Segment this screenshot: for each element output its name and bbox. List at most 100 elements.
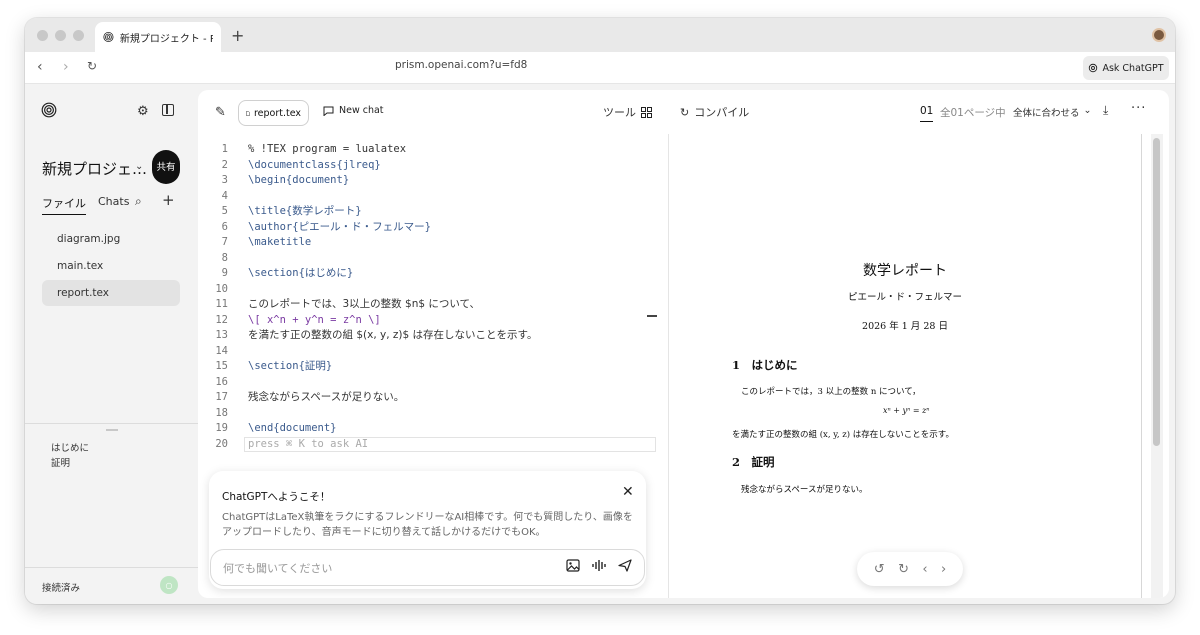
file-item-report[interactable]: report.tex: [42, 280, 180, 306]
compile-button[interactable]: ↻ コンパイル: [680, 104, 749, 120]
more-options-icon[interactable]: ···: [1131, 101, 1146, 116]
line-text: \maketitle: [248, 236, 312, 248]
prism-logo-icon[interactable]: [41, 102, 57, 118]
project-title[interactable]: 新規プロジェ…: [42, 158, 147, 179]
page-total: 全01ページ中: [940, 107, 1006, 119]
code-line: 18: [198, 406, 658, 422]
previous-page-icon[interactable]: ‹: [922, 562, 927, 577]
address-bar-row: ‹ › ↻ prism.openai.com?u=fd8 Ask ChatGPT: [25, 52, 1175, 84]
pdf-section-heading: 2 証明: [732, 455, 775, 469]
line-text: \[ x^n + y^n = z^n \]: [248, 313, 381, 326]
file-item-diagram[interactable]: diagram.jpg: [42, 226, 180, 252]
line-number: 8: [221, 251, 228, 264]
line-text: 残念ながらスペースが足りない。: [248, 391, 405, 403]
line-number: 15: [215, 360, 228, 372]
scrollbar-thumb[interactable]: [1153, 138, 1160, 446]
zoom-fit-label: 全体に合わせる: [1013, 108, 1080, 119]
close-window-button[interactable]: [37, 30, 48, 41]
browser-tab[interactable]: 新規プロジェクト - Pri: [95, 22, 221, 52]
line-number: 7: [221, 236, 228, 248]
download-icon[interactable]: ⤓: [1103, 103, 1108, 118]
line-text: % !TEX program = lualatex: [248, 143, 407, 155]
user-avatar[interactable]: ○: [160, 576, 178, 594]
send-icon[interactable]: [618, 559, 632, 572]
sidebar-toggle-icon[interactable]: [162, 104, 174, 116]
compile-label: コンパイル: [694, 106, 750, 119]
code-line: 14: [198, 344, 658, 360]
line-number: 2: [221, 158, 228, 171]
sidebar: ⚙ 新規プロジェ… ⌄ 共有 ファイル Chats ⌕ + diagram.jp…: [25, 84, 198, 604]
new-tab-button[interactable]: +: [231, 26, 244, 45]
line-number: 19: [215, 422, 228, 434]
tools-button[interactable]: ツール: [603, 104, 652, 120]
prism-logo-icon: [103, 31, 114, 43]
voice-mode-icon[interactable]: [592, 559, 606, 572]
zoom-window-button[interactable]: [73, 30, 84, 41]
line-number: 18: [215, 406, 228, 419]
line-number: 17: [215, 391, 228, 403]
search-icon[interactable]: ⌕: [135, 194, 142, 209]
line-number: 1: [221, 143, 228, 155]
tab-chats[interactable]: Chats: [98, 195, 129, 215]
redo-icon[interactable]: ↻: [898, 562, 909, 577]
code-line: 17 残念ながらスペースが足りない。: [198, 390, 658, 406]
line-text: このレポートでは、3以上の整数 $n$ について、: [248, 298, 481, 310]
pdf-author: ピエール・ド・フェルマー: [847, 292, 962, 303]
line-number: 4: [221, 189, 228, 202]
line-text: \begin{document}: [248, 174, 350, 186]
forward-icon[interactable]: ›: [63, 59, 69, 75]
outline-item-proof[interactable]: 証明: [51, 456, 89, 471]
tools-label: ツール: [603, 106, 636, 119]
preview-controls: ↺ ↻ ‹ ›: [857, 552, 963, 586]
connection-status: 接続済み: [42, 583, 81, 594]
new-chat-button[interactable]: New chat: [323, 105, 384, 116]
chat-input-actions: [566, 559, 632, 572]
line-text: \author{ピエール・ド・フェルマー}: [248, 220, 431, 233]
resize-handle[interactable]: [106, 429, 118, 431]
url-field[interactable]: prism.openai.com?u=fd8: [395, 59, 815, 77]
minimize-window-button[interactable]: [55, 30, 66, 41]
line-number: 5: [221, 205, 228, 217]
pane-splitter[interactable]: [647, 315, 657, 317]
reload-icon[interactable]: ↻: [87, 59, 97, 73]
line-number: 12: [215, 313, 228, 326]
close-icon[interactable]: ✕: [622, 484, 634, 500]
line-text: \documentclass{jlreq}: [248, 158, 381, 171]
zoom-fit-select[interactable]: 全体に合わせる ⌄: [1013, 105, 1091, 119]
code-line: 2 \documentclass{jlreq}: [198, 158, 658, 174]
profile-avatar[interactable]: [1152, 28, 1166, 42]
edit-icon[interactable]: ✎: [215, 105, 226, 120]
pdf-title: 数学レポート: [863, 263, 947, 279]
refresh-icon: ↻: [680, 105, 690, 119]
chat-bubble-icon: [323, 106, 334, 116]
undo-icon[interactable]: ↺: [874, 562, 885, 577]
file-item-main[interactable]: main.tex: [42, 253, 180, 279]
back-icon[interactable]: ‹: [37, 59, 43, 75]
chat-input[interactable]: 何でも聞いてください: [210, 549, 645, 586]
file-list: diagram.jpg main.tex report.tex: [42, 226, 180, 307]
settings-gear-icon[interactable]: ⚙: [137, 104, 149, 119]
code-editor[interactable]: 1 % !TEX program = lualatex 2 \documentcla…: [198, 134, 668, 464]
outline-item-intro[interactable]: はじめに: [51, 441, 89, 456]
line-text: \section{証明}: [248, 360, 333, 372]
next-page-icon[interactable]: ›: [941, 562, 946, 577]
document-outline: はじめに 証明: [51, 441, 89, 471]
image-upload-icon[interactable]: [566, 559, 580, 572]
share-button[interactable]: 共有: [152, 150, 180, 184]
line-number: 16: [215, 375, 228, 388]
ask-chatgpt-label: Ask ChatGPT: [1102, 62, 1164, 74]
line-number: 3: [221, 174, 228, 186]
ask-chatgpt-button[interactable]: Ask ChatGPT: [1083, 56, 1169, 80]
file-tab-report[interactable]: report.tex: [238, 100, 309, 126]
page-number[interactable]: 01: [920, 105, 934, 122]
pdf-date: 2026 年 1 月 28 日: [862, 321, 948, 332]
line-number: 10: [215, 282, 228, 295]
tab-files[interactable]: ファイル: [42, 195, 86, 215]
code-line: 7 \maketitle: [198, 235, 658, 251]
chevron-down-icon[interactable]: ⌄: [135, 161, 143, 172]
add-file-icon[interactable]: +: [162, 191, 175, 209]
code-line: 5 \title{数学レポート}: [198, 204, 658, 220]
code-line: 3 \begin{document}: [198, 173, 658, 189]
chevron-down-icon: ⌄: [1083, 105, 1092, 116]
pdf-preview: 数学レポート ピエール・ド・フェルマー 2026 年 1 月 28 日 1 はじ…: [669, 134, 1169, 598]
